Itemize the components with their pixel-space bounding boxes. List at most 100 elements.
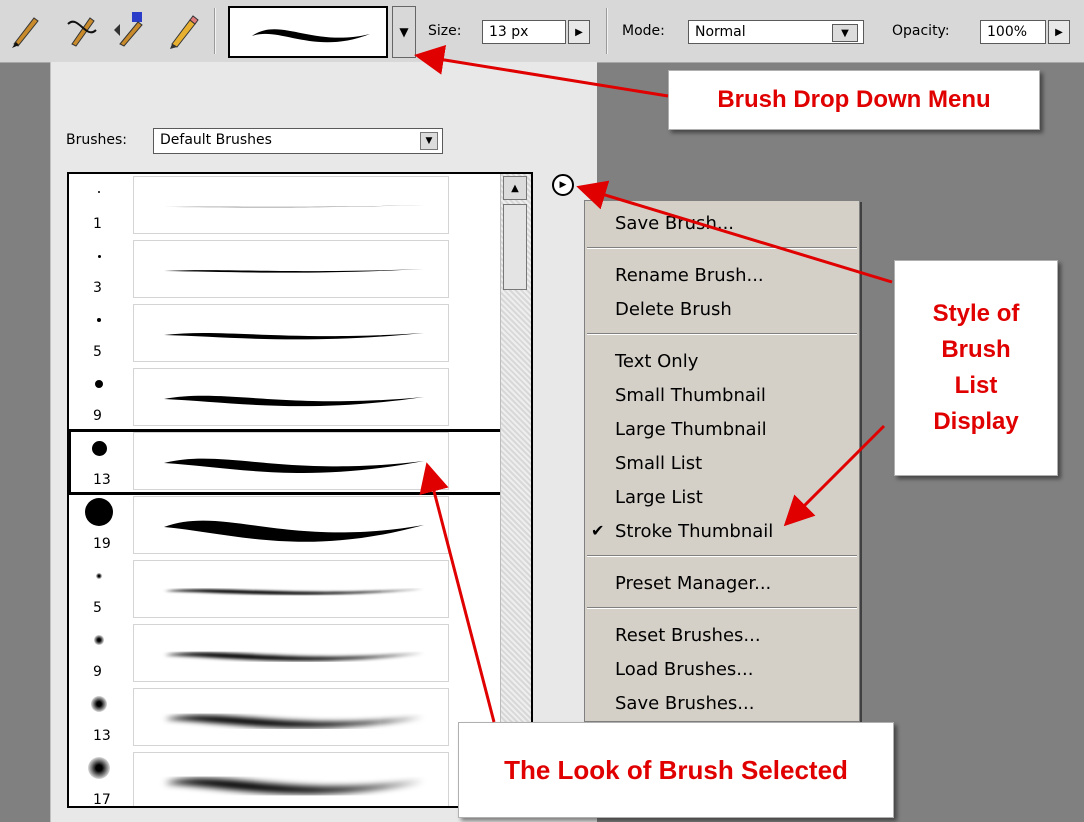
brush-row[interactable]: 13	[69, 429, 504, 495]
triangle-down-icon: ▼	[841, 27, 849, 39]
brush-row[interactable]: 3	[69, 238, 503, 302]
callout-style-of-list: Style of Brush List Display	[894, 260, 1058, 476]
checkmark-icon: ✔	[591, 521, 605, 540]
options-bar: ▼ Size: 13 px ▶ Mode: Normal ▼ Opacity: …	[0, 0, 1084, 63]
brush-row[interactable]: 17	[69, 750, 503, 808]
brush-stroke-preview	[133, 304, 449, 362]
brushes-label: Brushes:	[66, 132, 128, 148]
callout-style-line: Style of	[932, 300, 1020, 327]
brush-list: 1 3 5 9 13 19 5 9 13 17 ▲	[67, 172, 533, 808]
triangle-right-icon: ▶	[1055, 26, 1063, 38]
brush-stroke-preview	[133, 624, 449, 682]
callout-style-line: Display	[933, 408, 1019, 435]
brush-size-label: 5	[93, 344, 102, 360]
menu-item-small-thumbnail[interactable]: Small Thumbnail	[615, 385, 766, 406]
brush-stroke-preview	[133, 240, 449, 298]
color-replacement-icon[interactable]	[112, 10, 148, 50]
triangle-down-icon: ▼	[399, 25, 409, 39]
menu-separator	[587, 555, 857, 557]
opacity-slider-button[interactable]: ▶	[1048, 20, 1070, 44]
brush-row[interactable]: 9	[69, 366, 503, 430]
brush-list-scrollbar[interactable]: ▲	[500, 174, 531, 806]
brush-row[interactable]: 5	[69, 302, 503, 366]
scroll-up-button[interactable]: ▲	[503, 176, 527, 200]
brush-size-label: 3	[93, 280, 102, 296]
brush-row[interactable]: 13	[69, 686, 503, 750]
brush-size-label: 13	[93, 472, 111, 488]
brush-tip-icon	[97, 318, 101, 322]
opacity-field[interactable]: 100%	[980, 20, 1046, 44]
callout-style-line: List	[954, 372, 998, 399]
brush-tip-icon	[87, 756, 111, 780]
brush-stroke-preview	[133, 560, 449, 618]
pencil-tool-icon[interactable]	[166, 10, 202, 50]
brush-picker-panel: Brushes: Default Brushes ▼ 1 3 5 9 13 19…	[50, 62, 597, 822]
menu-item-stroke-thumbnail[interactable]: ✔ Stroke Thumbnail	[591, 521, 774, 542]
brush-dropdown-button[interactable]: ▼	[392, 6, 416, 58]
brush-preset-preview[interactable]	[228, 6, 388, 58]
menu-item-text-only[interactable]: Text Only	[615, 351, 698, 372]
brushes-select-value: Default Brushes	[160, 132, 272, 148]
brush-stroke-preview	[133, 432, 449, 490]
callout-brush-dropdown: Brush Drop Down Menu	[668, 70, 1040, 130]
brush-size-label: 9	[93, 408, 102, 424]
menu-item-save-brush[interactable]: Save Brush...	[615, 213, 734, 234]
brushes-dropdown-button[interactable]: ▼	[420, 132, 438, 150]
scroll-thumb[interactable]	[503, 204, 527, 290]
brushes-select[interactable]: Default Brushes ▼	[153, 128, 443, 154]
brush-row[interactable]: 19	[69, 494, 503, 558]
brush-size-label: 9	[93, 664, 102, 680]
callout-style-line: Brush	[941, 336, 1011, 363]
menu-item-reset-brushes[interactable]: Reset Brushes...	[615, 625, 761, 646]
brush-tip-icon	[91, 696, 107, 712]
mode-value: Normal	[695, 24, 746, 40]
brush-tip-icon	[95, 380, 103, 388]
size-slider-button[interactable]: ▶	[568, 20, 590, 44]
brush-stroke-preview	[133, 176, 449, 234]
triangle-right-icon: ▶	[575, 26, 583, 38]
size-field[interactable]: 13 px	[482, 20, 566, 44]
brush-size-label: 1	[93, 216, 102, 232]
brush-tip-icon	[85, 498, 113, 526]
brush-row[interactable]: 1	[69, 174, 503, 238]
brush-size-label: 17	[93, 792, 111, 808]
triangle-up-icon: ▲	[511, 182, 519, 194]
menu-item-large-thumbnail[interactable]: Large Thumbnail	[615, 419, 767, 440]
brush-stroke-preview	[133, 368, 449, 426]
size-label: Size:	[428, 23, 462, 39]
brush-panel-menu: Save Brush... Rename Brush... Delete Bru…	[584, 200, 860, 722]
brush-row[interactable]: 5	[69, 558, 503, 622]
menu-item-delete-brush[interactable]: Delete Brush	[615, 299, 732, 320]
menu-separator	[587, 247, 857, 249]
menu-item-save-brushes[interactable]: Save Brushes...	[615, 693, 754, 714]
opacity-label: Opacity:	[892, 23, 950, 39]
menu-item-load-brushes[interactable]: Load Brushes...	[615, 659, 753, 680]
brush-size-label: 19	[93, 536, 111, 552]
panel-menu-button[interactable]: ▶	[552, 174, 574, 196]
toolbar-divider	[214, 8, 216, 54]
triangle-down-icon: ▼	[425, 136, 433, 146]
menu-item-large-list[interactable]: Large List	[615, 487, 703, 508]
brush-size-label: 5	[93, 600, 102, 616]
brush-row[interactable]: 9	[69, 622, 503, 686]
brush-size-label: 13	[93, 728, 111, 744]
menu-item-preset-manager[interactable]: Preset Manager...	[615, 573, 771, 594]
triangle-right-icon: ▶	[559, 180, 567, 190]
menu-item-stroke-thumbnail-label: Stroke Thumbnail	[615, 521, 774, 542]
brush-stroke-preview	[133, 752, 449, 806]
menu-item-rename-brush[interactable]: Rename Brush...	[615, 265, 764, 286]
brush-tool-icon[interactable]	[8, 10, 44, 50]
mode-dropdown-button[interactable]: ▼	[832, 24, 858, 42]
toolbar-divider	[606, 8, 608, 54]
brush-stroke-preview	[133, 496, 449, 554]
menu-item-small-list[interactable]: Small List	[615, 453, 702, 474]
callout-brush-selected: The Look of Brush Selected	[458, 722, 894, 818]
brush-tip-icon	[91, 440, 107, 456]
brush-tip-icon	[98, 191, 100, 193]
brush-tip-icon	[97, 254, 101, 258]
brush-tip-icon	[95, 572, 103, 580]
menu-separator	[587, 607, 857, 609]
mode-label: Mode:	[622, 23, 665, 39]
history-brush-icon[interactable]	[64, 10, 100, 50]
brush-tip-icon	[94, 635, 104, 645]
